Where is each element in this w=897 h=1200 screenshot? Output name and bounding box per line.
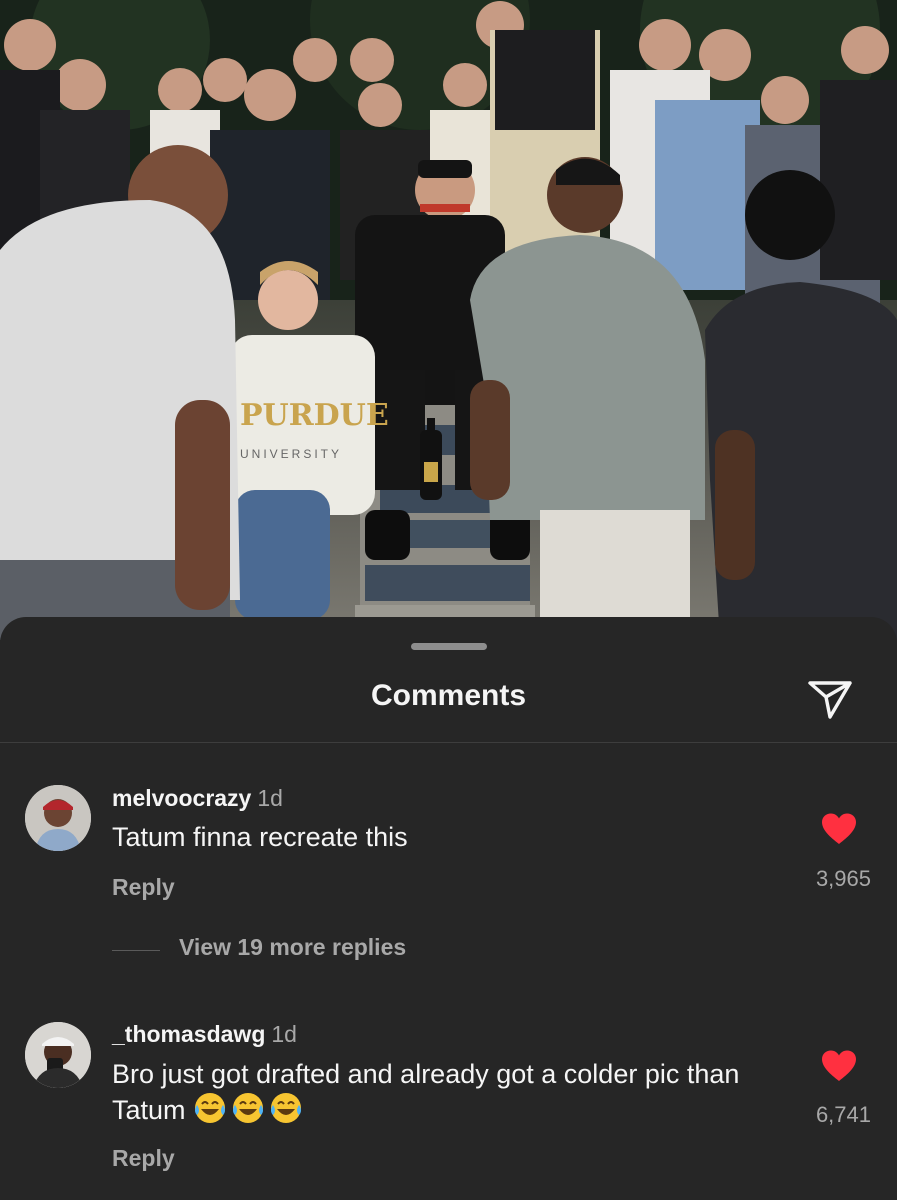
comments-sheet: Comments melvoocrazy 1d Tatum finna recre… xyxy=(0,617,897,1200)
user-avatar-image xyxy=(25,1022,91,1088)
avatar[interactable] xyxy=(25,1022,91,1088)
laughing-tears-emoji xyxy=(195,1093,226,1123)
laughing-tears-emoji xyxy=(271,1093,302,1123)
sheet-drag-handle[interactable] xyxy=(411,643,487,650)
purdue-shirt-text: PURDUE xyxy=(240,398,389,433)
comments-title: Comments xyxy=(370,679,527,712)
header-divider xyxy=(0,742,897,743)
emoji-group xyxy=(193,1093,307,1125)
reply-button[interactable]: Reply xyxy=(112,1145,175,1172)
like-count: 6,741 xyxy=(815,1102,871,1127)
comment-header: _thomasdawg 1d xyxy=(112,1021,297,1048)
view-replies-line xyxy=(112,950,160,951)
avatar[interactable] xyxy=(25,785,91,851)
view-replies-text: View 19 more replies xyxy=(179,934,407,960)
comment-username[interactable]: melvoocrazy xyxy=(112,785,251,811)
reply-button[interactable]: Reply xyxy=(112,874,175,901)
comment-time: 1d xyxy=(271,1021,297,1047)
comment-text: Bro just got drafted and already got a c… xyxy=(112,1058,772,1127)
laughing-tears-emoji xyxy=(233,1093,264,1123)
share-button[interactable] xyxy=(804,673,856,725)
like-button[interactable] xyxy=(820,1049,858,1083)
like-count: 3,965 xyxy=(815,866,871,891)
heart-filled-icon xyxy=(822,813,856,844)
comment-time: 1d xyxy=(257,785,283,811)
heart-filled-icon xyxy=(822,1050,856,1081)
paper-plane-icon xyxy=(808,681,852,719)
comment-text: Tatum finna recreate this xyxy=(112,822,408,852)
purdue-shirt-subtext: UNIVERSITY xyxy=(240,447,342,461)
like-button[interactable] xyxy=(820,812,858,846)
comment-username[interactable]: _thomasdawg xyxy=(112,1021,265,1047)
user-avatar-image xyxy=(25,785,91,851)
party-photo-illustration: PURDUE UNIVERSITY xyxy=(0,0,897,640)
comment-header: melvoocrazy 1d xyxy=(112,785,283,812)
post-photo[interactable]: PURDUE UNIVERSITY xyxy=(0,0,897,640)
